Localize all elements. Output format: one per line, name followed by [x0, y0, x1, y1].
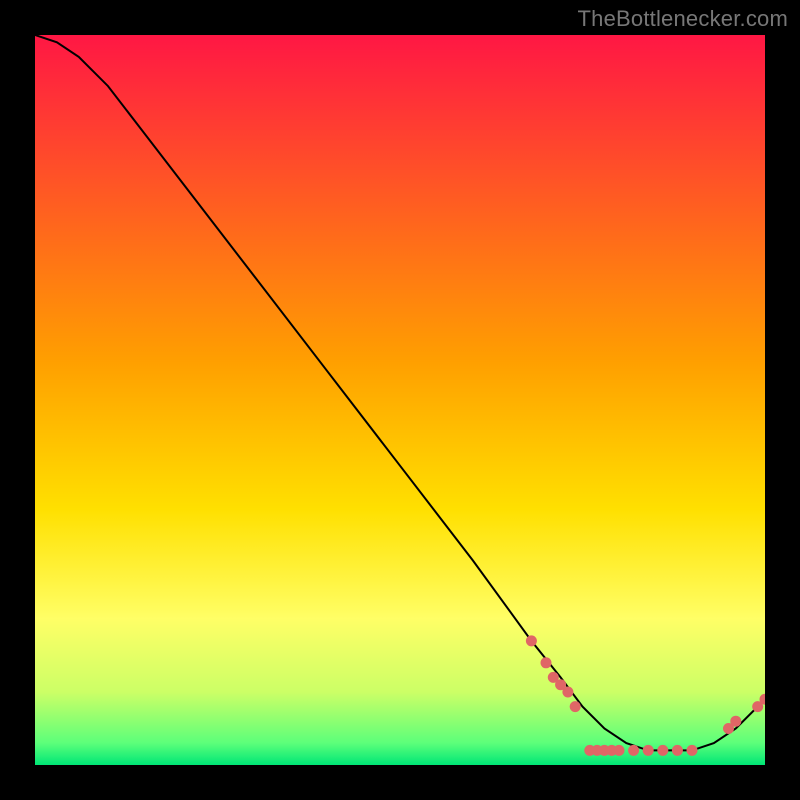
data-marker: [628, 745, 639, 756]
bottleneck-chart: [35, 35, 765, 765]
data-marker: [526, 635, 537, 646]
data-marker: [657, 745, 668, 756]
data-marker: [570, 701, 581, 712]
data-marker: [687, 745, 698, 756]
data-marker: [562, 687, 573, 698]
data-marker: [672, 745, 683, 756]
data-marker: [730, 716, 741, 727]
watermark-text: TheBottlenecker.com: [578, 6, 788, 32]
data-marker: [614, 745, 625, 756]
chart-frame: TheBottlenecker.com: [0, 0, 800, 800]
data-marker: [541, 657, 552, 668]
data-marker: [643, 745, 654, 756]
gradient-panel: [35, 35, 765, 765]
